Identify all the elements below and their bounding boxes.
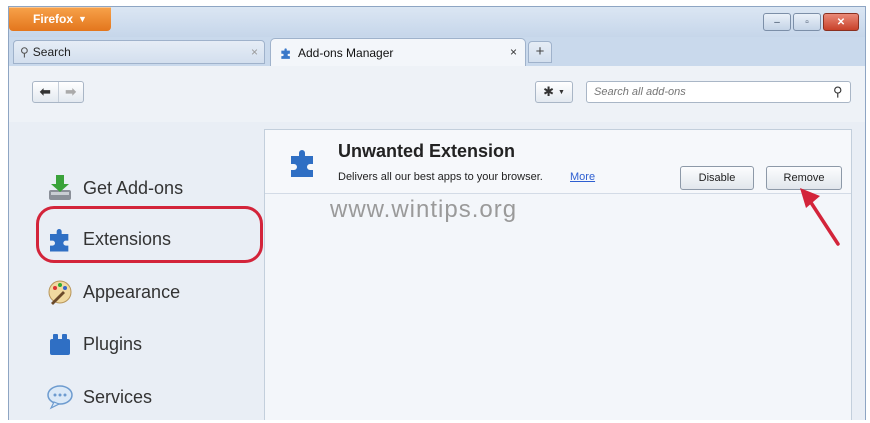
- download-icon: [45, 173, 75, 203]
- search-icon: ⚲: [20, 45, 29, 59]
- addons-toolbar: ⬅ ➡ ✱ ▼ ⚲: [9, 66, 865, 122]
- back-button[interactable]: ⬅: [33, 82, 59, 102]
- navigation-buttons: ⬅ ➡: [32, 81, 84, 103]
- sidebar-item-label: Services: [83, 386, 153, 407]
- watermark-text: www.wintips.org: [330, 196, 518, 223]
- window-controls: – ▫ ✕: [763, 13, 859, 31]
- search-addons-input[interactable]: [586, 81, 851, 103]
- paintbrush-icon: [45, 277, 75, 307]
- close-window-button[interactable]: ✕: [823, 13, 859, 31]
- disable-button[interactable]: Disable: [680, 166, 754, 190]
- more-link[interactable]: More: [570, 171, 595, 183]
- puzzle-icon: [281, 47, 290, 59]
- sidebar-item-label: Appearance: [83, 281, 181, 302]
- firefox-menu-label: Firefox: [33, 12, 74, 26]
- speech-bubble-icon: [45, 382, 75, 412]
- red-arrow-icon: [800, 188, 840, 246]
- list-item[interactable]: Unwanted Extension Delivers all our best…: [265, 130, 851, 194]
- tab-addons-label: Add-ons Manager: [298, 45, 394, 60]
- addons-content: Get Add-ons Extensions Appearance Plugin…: [9, 122, 865, 420]
- category-sidebar: Get Add-ons Extensions Appearance Plugin…: [9, 122, 263, 420]
- chevron-down-icon: ▼: [78, 14, 87, 24]
- addon-name: Unwanted Extension: [338, 141, 516, 161]
- sidebar-item-appearance[interactable]: Appearance: [45, 272, 180, 312]
- sidebar-item-label: Plugins: [83, 333, 143, 354]
- sidebar-item-label: Get Add-ons: [83, 177, 184, 198]
- addon-list-panel: Unwanted Extension Delivers all our best…: [264, 129, 852, 420]
- search-icon[interactable]: ⚲: [833, 84, 843, 100]
- puzzle-icon: [291, 150, 313, 177]
- minimize-button[interactable]: –: [763, 13, 791, 31]
- tab-search-close-button[interactable]: ×: [251, 45, 258, 59]
- addon-description: Delivers all our best apps to your brows…: [338, 171, 543, 183]
- sidebar-item-services[interactable]: Services: [45, 377, 152, 417]
- restore-button[interactable]: ▫: [793, 13, 821, 31]
- tab-search[interactable]: ⚲ Search ×: [13, 40, 265, 64]
- tab-addons-manager[interactable]: Add-ons Manager ×: [270, 38, 526, 66]
- extensions-highlight-circle: [36, 206, 263, 263]
- tab-search-label: Search: [32, 45, 71, 59]
- title-bar: Firefox ▼ – ▫ ✕: [9, 7, 865, 37]
- sidebar-item-get-addons[interactable]: Get Add-ons: [45, 168, 183, 208]
- new-tab-button[interactable]: +: [528, 41, 552, 63]
- plugin-icon: [45, 329, 75, 359]
- firefox-menu-button[interactable]: Firefox ▼: [9, 7, 111, 31]
- sidebar-item-plugins[interactable]: Plugins: [45, 324, 142, 364]
- tools-gear-button[interactable]: ✱ ▼: [535, 81, 573, 103]
- tab-strip: ⚲ Search × Add-ons Manager × +: [9, 38, 865, 66]
- chevron-down-icon: ▼: [557, 88, 565, 96]
- gear-icon: ✱: [543, 84, 554, 99]
- tab-addons-close-button[interactable]: ×: [510, 45, 517, 59]
- forward-button[interactable]: ➡: [59, 82, 84, 102]
